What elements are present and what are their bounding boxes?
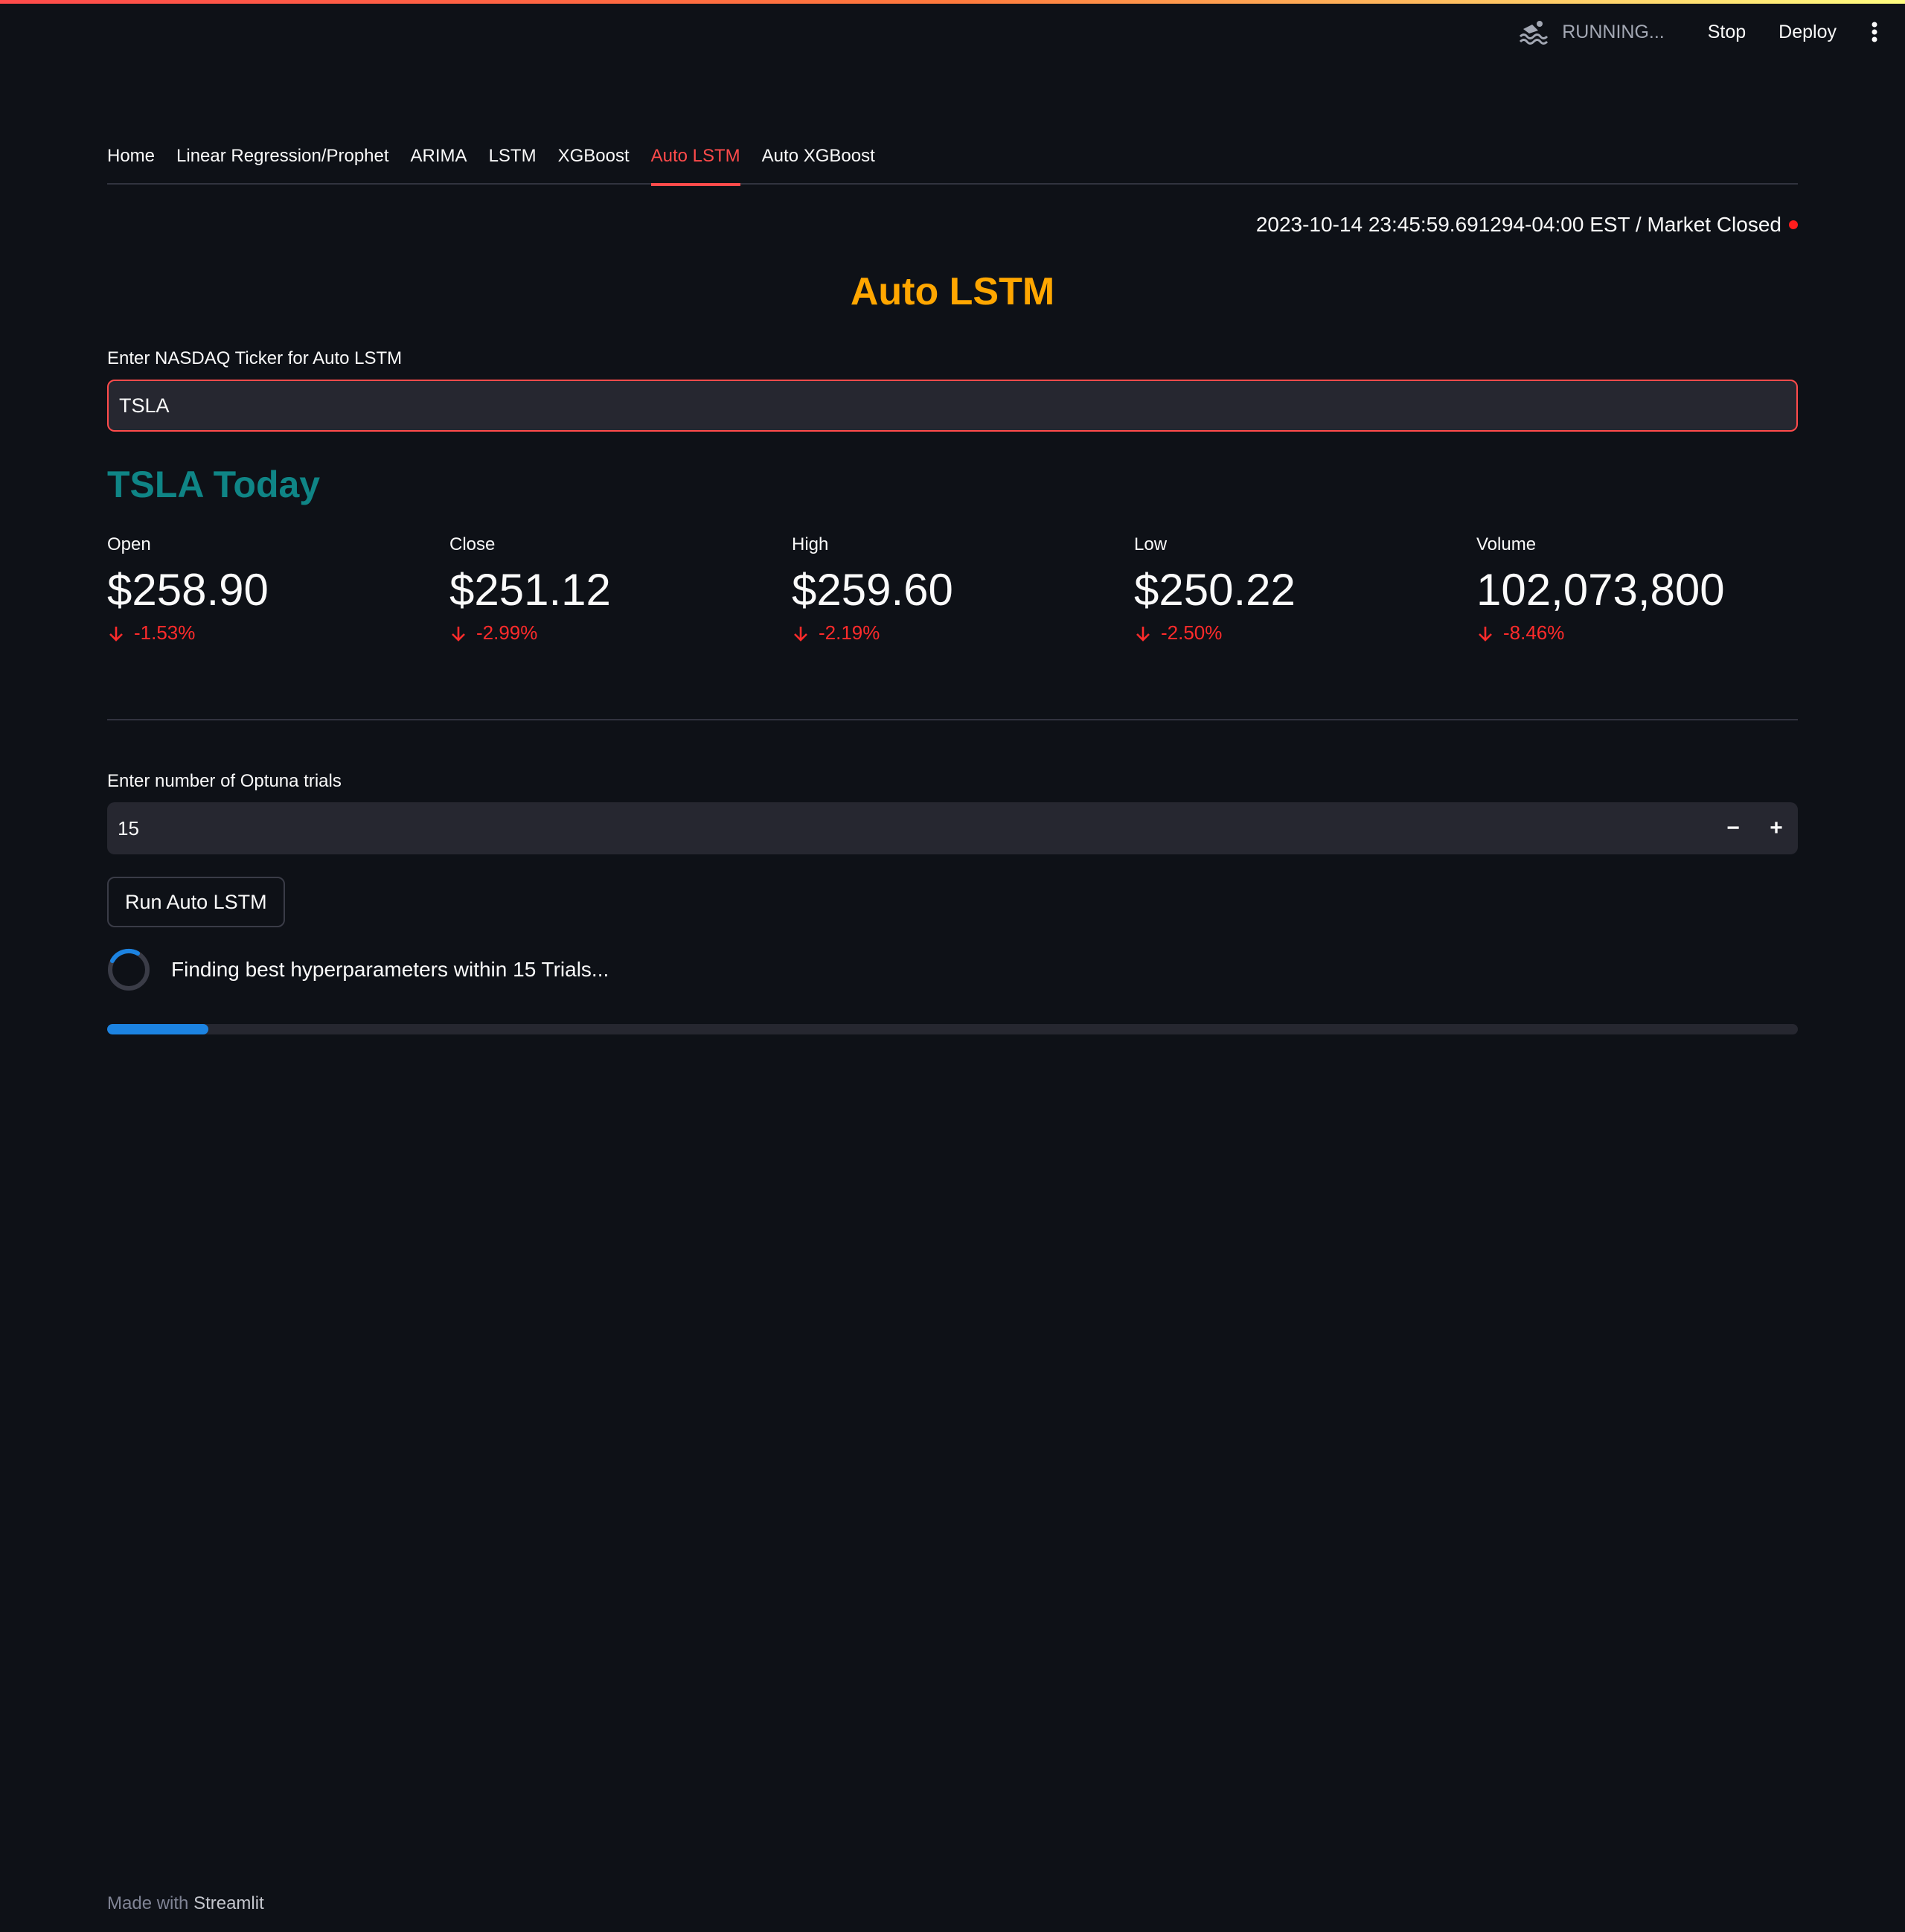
metric-delta-text: -8.46%: [1503, 621, 1565, 644]
metric-value: 102,073,800: [1476, 565, 1725, 615]
market-closed-dot: [1789, 220, 1798, 229]
metric-delta-text: -2.50%: [1161, 621, 1223, 644]
metric-label: Volume: [1476, 534, 1537, 554]
arrow-down-icon: [1479, 626, 1492, 642]
market-status-line: 2023-10-14 23:45:59.691294-04:00 EST / M…: [1256, 213, 1798, 237]
today-heading: TSLA Today: [107, 464, 321, 505]
arrow-down-icon: [794, 626, 807, 642]
tab-arima[interactable]: ARIMA: [411, 140, 467, 185]
footer: Made with Streamlit: [107, 1893, 264, 1914]
metric-value: $250.22: [1134, 565, 1296, 615]
metric-low: Low $250.22 -2.50%: [1134, 534, 1461, 644]
run-auto-lstm-button[interactable]: Run Auto LSTM: [107, 877, 285, 927]
ticker-input[interactable]: [107, 380, 1798, 432]
trials-input[interactable]: [107, 802, 1712, 854]
app-toolbar: RUNNING... Stop Deploy: [1519, 15, 1884, 49]
metrics-row: Open $258.90 -1.53% Close $251.12 -2.99%…: [107, 534, 1798, 661]
tab-bar: Home Linear Regression/Prophet ARIMA LST…: [107, 140, 1798, 186]
metric-high: High $259.60 -2.19%: [792, 534, 1119, 644]
vertical-ellipsis-icon: [1872, 22, 1877, 42]
metric-value: $259.60: [792, 565, 953, 615]
increment-button[interactable]: +: [1755, 802, 1798, 854]
metric-delta-text: -2.19%: [819, 621, 880, 644]
metric-delta: -2.19%: [792, 621, 1119, 644]
market-timestamp: 2023-10-14 23:45:59.691294-04:00 EST / M…: [1255, 213, 1781, 236]
loading-spinner-icon: [108, 948, 150, 991]
tab-auto-xgboost[interactable]: Auto XGBoost: [762, 140, 875, 185]
metric-open: Open $258.90 -1.53%: [107, 534, 435, 644]
arrow-down-icon: [109, 626, 123, 642]
tab-xgboost[interactable]: XGBoost: [558, 140, 630, 185]
tab-home[interactable]: Home: [107, 140, 155, 185]
metric-delta-text: -1.53%: [134, 621, 196, 644]
metric-label: Low: [1134, 534, 1168, 554]
metric-value: $251.12: [449, 565, 611, 615]
spinner-text: Finding best hyperparameters within 15 T…: [171, 958, 609, 981]
metric-delta: -8.46%: [1476, 621, 1804, 644]
swimmer-icon: [1520, 21, 1549, 45]
progress-bar-fill: [107, 1024, 209, 1034]
metric-close: Close $251.12 -2.99%: [449, 534, 777, 644]
progress-bar: [107, 1024, 1798, 1034]
tab-linear-regression-prophet[interactable]: Linear Regression/Prophet: [176, 140, 389, 185]
metric-value: $258.90: [107, 565, 269, 615]
arrow-down-icon: [452, 626, 465, 642]
spinner-status: Finding best hyperparameters within 15 T…: [107, 948, 609, 991]
section-divider: [107, 719, 1798, 720]
tab-lstm[interactable]: LSTM: [489, 140, 537, 185]
metric-delta-text: -2.99%: [476, 621, 538, 644]
stop-button[interactable]: Stop: [1691, 22, 1762, 43]
tab-auto-lstm[interactable]: Auto LSTM: [650, 140, 740, 186]
metric-delta: -2.50%: [1134, 621, 1461, 644]
streamlit-link[interactable]: Streamlit: [193, 1893, 264, 1913]
metric-delta: -2.99%: [449, 621, 777, 644]
metric-label: Close: [449, 534, 496, 554]
metric-delta: -1.53%: [107, 621, 435, 644]
metric-volume: Volume 102,073,800 -8.46%: [1476, 534, 1804, 644]
metric-label: High: [792, 534, 829, 554]
page-title: Auto LSTM: [850, 270, 1055, 313]
running-status: RUNNING...: [1519, 19, 1665, 45]
arrow-down-icon: [1136, 626, 1150, 642]
trials-input-label: Enter number of Optuna trials: [107, 771, 342, 791]
status-text: RUNNING...: [1562, 21, 1665, 42]
deploy-button[interactable]: Deploy: [1762, 22, 1853, 43]
ticker-input-label: Enter NASDAQ Ticker for Auto LSTM: [107, 348, 403, 368]
main-menu-button[interactable]: [1853, 21, 1884, 43]
top-decoration-bar: [0, 0, 1905, 4]
metric-label: Open: [107, 534, 151, 554]
footer-prefix: Made with: [107, 1893, 189, 1913]
decrement-button[interactable]: −: [1712, 802, 1755, 854]
trials-number-input: − +: [107, 802, 1798, 854]
